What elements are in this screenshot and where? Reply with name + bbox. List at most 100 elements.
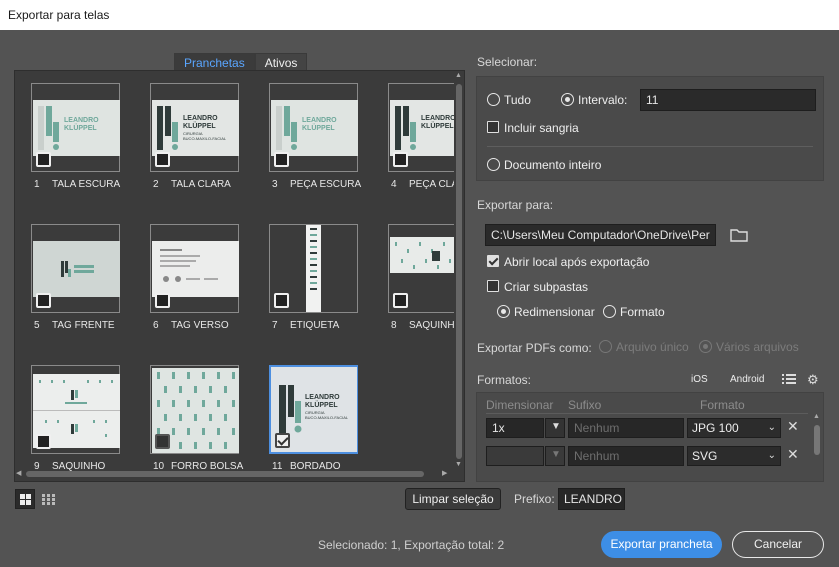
whole-document-radio[interactable]: [487, 158, 500, 171]
android-preset-button[interactable]: Android: [730, 374, 764, 385]
range-input[interactable]: 11: [640, 89, 816, 111]
include-bleed-checkbox[interactable]: [487, 121, 499, 133]
open-location-checkbox[interactable]: [487, 255, 499, 267]
artboard-grid-horizontal-scrollbar[interactable]: ◀ ▶: [14, 469, 454, 479]
format-radio[interactable]: [603, 305, 616, 318]
export-artboard-button[interactable]: Exportar prancheta: [601, 531, 722, 558]
artboard-thumbnail[interactable]: [150, 224, 239, 313]
svg-text:LEANDRO: LEANDRO: [302, 117, 337, 124]
artboard-thumbnail[interactable]: [31, 365, 120, 454]
artboard-checkbox[interactable]: [36, 293, 51, 308]
scrollbar-thumb: [814, 425, 820, 455]
artboard-item[interactable]: LEANDRO KLÜPPEL CIRURGIA BUCO-MAXILO-FAC…: [269, 365, 358, 472]
artboard-checkbox[interactable]: [36, 152, 51, 167]
window-title: Exportar para telas: [0, 0, 839, 30]
scroll-up-icon[interactable]: ▲: [455, 72, 462, 79]
all-radio[interactable]: [487, 93, 500, 106]
export-path-input[interactable]: C:\Users\Meu Computador\OneDrive\Per: [485, 224, 716, 246]
artboard-thumbnail[interactable]: [150, 365, 239, 454]
svg-text:LEANDRO: LEANDRO: [183, 115, 218, 122]
svg-text:KLÜPPEL: KLÜPPEL: [421, 121, 454, 130]
artboard-checkbox[interactable]: [155, 152, 170, 167]
artboard-item[interactable]: 6 TAG VERSO: [150, 224, 239, 331]
scrollbar-thumb[interactable]: [456, 84, 462, 459]
artboard-item[interactable]: LEANDRO KLÜPPEL 1 TALA ESCURA: [31, 83, 120, 190]
create-subfolders-label: Criar subpastas: [504, 280, 589, 294]
artboard-thumbnail-selected[interactable]: LEANDRO KLÜPPEL CIRURGIA BUCO-MAXILO-FAC…: [269, 365, 358, 454]
artboard-preview: [152, 241, 239, 297]
svg-text:LEANDRO: LEANDRO: [64, 117, 99, 124]
suffix-input[interactable]: Nenhum: [568, 446, 684, 466]
create-subfolders-checkbox[interactable]: [487, 280, 499, 292]
scroll-down-icon[interactable]: ▼: [455, 461, 462, 468]
artboard-checkbox[interactable]: [155, 434, 170, 449]
artboard-grid: LEANDRO KLÜPPEL 1 TALA ESCURA LEANDRO KLÜ…: [14, 70, 465, 482]
status-text: Selecionado: 1, Exportação total: 2: [318, 538, 505, 552]
artboard-checkbox[interactable]: [274, 293, 289, 308]
scale-dropdown-button[interactable]: ▼: [545, 446, 565, 466]
prefix-input[interactable]: LEANDRO I: [558, 488, 625, 510]
svg-text:KLÜPPEL: KLÜPPEL: [305, 400, 338, 409]
pdf-export-heading: Exportar PDFs como:: [477, 341, 592, 355]
grid-view-button[interactable]: [15, 489, 35, 509]
remove-format-icon[interactable]: ✕: [787, 446, 799, 463]
artboard-item[interactable]: LEANDRO KLÜPPEL CIRURGIA BUCO-MAXILO-FAC…: [150, 83, 239, 190]
chevron-down-icon: ⌄: [767, 450, 776, 461]
formats-scrollbar[interactable]: ▲: [812, 413, 822, 481]
format-select[interactable]: JPG 100 ⌄: [687, 418, 781, 438]
artboard-preview: LEANDRO KLÜPPEL: [271, 100, 358, 156]
tab-ativos[interactable]: Ativos: [254, 53, 308, 71]
scale-dropdown-button[interactable]: ▼: [545, 418, 565, 438]
list-settings-icon[interactable]: [782, 373, 796, 388]
scale-input[interactable]: [486, 446, 544, 466]
artboard-checkbox-checked[interactable]: [275, 433, 290, 448]
artboard-grid-vertical-scrollbar[interactable]: ▲ ▼: [454, 72, 464, 468]
format-select[interactable]: SVG ⌄: [687, 446, 781, 466]
artboard-checkbox[interactable]: [393, 293, 408, 308]
artboard-thumbnail[interactable]: LEANDRO KLÜPPEL: [269, 83, 358, 172]
column-header-format: Formato: [700, 398, 745, 412]
artboard-label: 7 ETIQUETA: [272, 320, 340, 331]
resize-radio[interactable]: [497, 305, 510, 318]
range-radio[interactable]: [561, 93, 574, 106]
tab-pranchetas[interactable]: Pranchetas: [174, 53, 255, 71]
suffix-input[interactable]: Nenhum: [568, 418, 684, 438]
column-header-suffix: Sufixo: [568, 398, 602, 412]
remove-format-icon[interactable]: ✕: [787, 418, 799, 435]
artboard-thumbnail[interactable]: LEANDRO KLÜPPEL CIRURGIA BUCO-MAXILO-FAC…: [150, 83, 239, 172]
scroll-right-icon[interactable]: ▶: [442, 469, 447, 477]
artboard-thumbnail[interactable]: LEANDRO KLÜPPEL: [31, 83, 120, 172]
single-file-radio[interactable]: [599, 340, 612, 353]
artboard-checkbox[interactable]: [36, 434, 51, 449]
scale-input[interactable]: 1x: [486, 418, 544, 438]
gear-icon[interactable]: ⚙: [807, 372, 819, 388]
artboard-item[interactable]: LEANDRO KLÜPPEL 3 PEÇA ESCURA: [269, 83, 361, 190]
artboard-item[interactable]: 10 FORRO BOLSA: [150, 365, 243, 472]
all-label: Tudo: [504, 93, 531, 107]
divider: [487, 146, 813, 147]
cancel-button[interactable]: Cancelar: [732, 531, 824, 558]
grid-view-icon: [19, 493, 31, 505]
formats-table: Dimensionar Sufixo Formato 1x ▼ Nenhum J…: [476, 392, 824, 482]
artboard-thumbnail[interactable]: [31, 224, 120, 313]
artboard-checkbox[interactable]: [393, 152, 408, 167]
artboard-item[interactable]: 9 SAQUINHO: [31, 365, 120, 472]
artboard-item[interactable]: 5 TAG FRENTE: [31, 224, 120, 331]
scroll-left-icon[interactable]: ◀: [16, 469, 21, 477]
resize-label: Redimensionar: [514, 305, 595, 319]
svg-text:BUCO-MAXILO-FACIAL: BUCO-MAXILO-FACIAL: [183, 136, 227, 141]
artboard-label: 8 SAQUINH: [391, 320, 455, 331]
artboard-item[interactable]: 7 ETIQUETA: [269, 224, 358, 331]
artboard-checkbox[interactable]: [274, 152, 289, 167]
multiple-files-radio[interactable]: [699, 340, 712, 353]
artboard-checkbox[interactable]: [155, 293, 170, 308]
clear-selection-button[interactable]: Limpar seleção: [405, 488, 501, 510]
list-view-button[interactable]: [38, 489, 58, 509]
ios-preset-button[interactable]: iOS: [691, 374, 708, 385]
artboard-thumbnail[interactable]: [269, 224, 358, 313]
artboard-label: 6 TAG VERSO: [153, 320, 229, 331]
tab-bar: Pranchetas Ativos: [174, 53, 308, 71]
scrollbar-thumb[interactable]: [26, 471, 424, 477]
select-heading: Selecionar:: [477, 55, 538, 69]
folder-icon[interactable]: [730, 228, 748, 245]
